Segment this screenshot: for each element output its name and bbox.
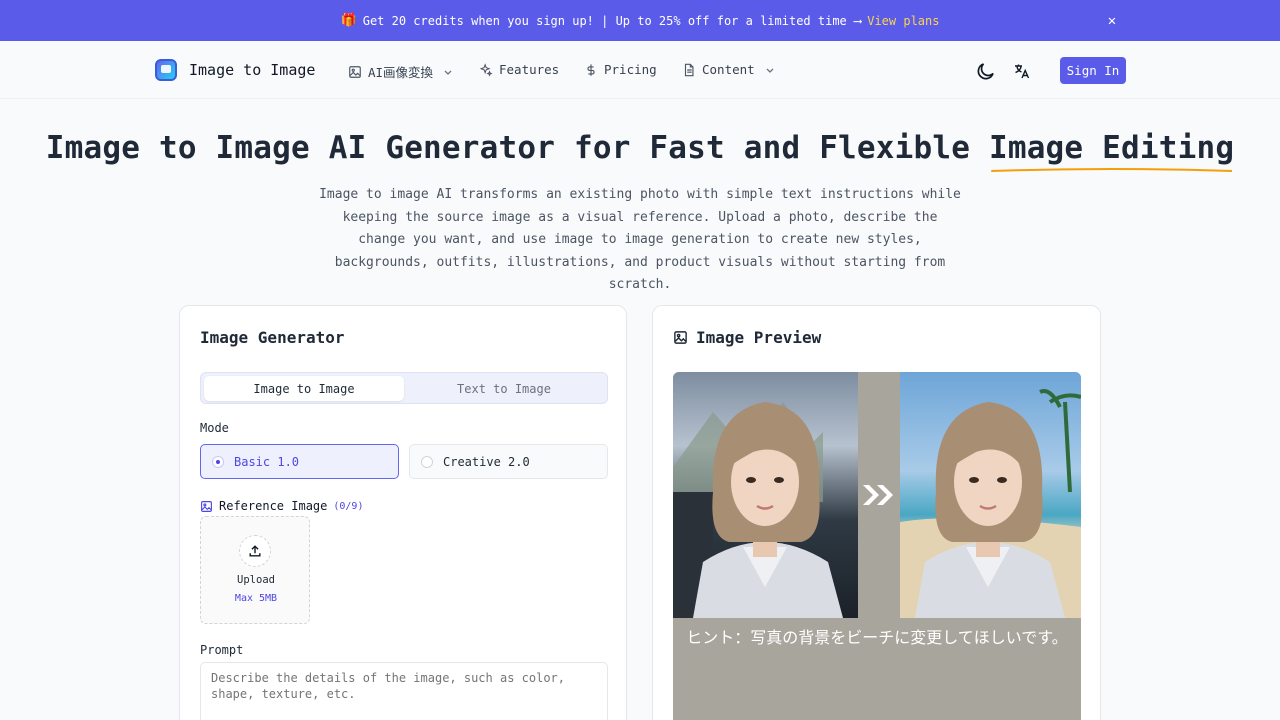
nav-item-features[interactable]: Features [479, 62, 559, 77]
reference-label: Reference Image [219, 499, 328, 513]
upload-icon-wrap [239, 535, 271, 567]
nav-item-label: Features [499, 62, 560, 77]
promo-banner: 🎁 Get 20 credits when you sign up! | Up … [0, 0, 1280, 41]
tab-image-to-image[interactable]: Image to Image [204, 376, 404, 401]
brand-name[interactable]: Image to Image [189, 61, 315, 79]
dollar-icon [587, 63, 595, 76]
preview-title-row: Image Preview [673, 328, 821, 347]
reference-count: (0/9) [333, 500, 364, 512]
upload-label: Upload [237, 574, 275, 586]
nav-item-pricing[interactable]: Pricing [584, 62, 657, 77]
image-icon [349, 65, 361, 78]
mode-label: Mode [200, 421, 229, 435]
logo-icon[interactable] [155, 59, 177, 81]
tab-text-to-image[interactable]: Text to Image [404, 376, 604, 401]
image-icon [674, 331, 687, 344]
title-highlight: Image Editing [988, 130, 1235, 172]
chevron-down-icon [444, 70, 452, 75]
image-generator-card: Image Generator Image to Image Text to I… [179, 305, 627, 720]
banner-text: Get 20 credits when you sign up! | Up to… [362, 13, 862, 28]
radio-unselected [421, 455, 433, 468]
gift-icon: 🎁 [340, 13, 357, 28]
image-icon [201, 500, 212, 512]
sign-in-button[interactable]: Sign In [1060, 57, 1126, 84]
generator-title: Image Generator [200, 328, 345, 347]
nav-item-label: AI画像変換 [368, 65, 434, 80]
mode-option-basic[interactable]: Basic 1.0 [200, 444, 399, 479]
preview-example-image: ヒント：写真の背景をビーチに変更してほしいです。 [673, 372, 1081, 720]
underline-decoration [991, 168, 1233, 172]
chevron-down-icon [766, 68, 774, 73]
double-chevron-right-icon [863, 485, 893, 505]
upload-dropzone[interactable]: Upload Max 5MB [200, 516, 310, 624]
nav-item-ai-conversion[interactable]: AI画像変換 [348, 62, 453, 81]
translate-icon[interactable] [1012, 61, 1032, 81]
top-nav: Image to Image AI画像変換 Features Pricing C… [0, 41, 1280, 99]
reference-image-header: Reference Image (0/9) [200, 499, 363, 513]
portrait-after-illustration [900, 389, 1081, 618]
nav-item-label: Pricing [604, 62, 657, 77]
mode-option-creative[interactable]: Creative 2.0 [409, 444, 608, 479]
page-title: Image to Image AI Generator for Fast and… [0, 130, 1280, 172]
image-preview-card: Image Preview ヒント：写真の背景をビーチに変更してほしいです。 [652, 305, 1101, 720]
arrow-divider [858, 372, 900, 618]
preview-title: Image Preview [696, 328, 822, 347]
prompt-input[interactable] [200, 662, 608, 720]
portrait-before-illustration [673, 402, 843, 618]
document-icon [684, 63, 694, 76]
nav-item-content[interactable]: Content [682, 62, 775, 77]
prompt-label: Prompt [200, 643, 244, 657]
mode-option-label: Basic 1.0 [234, 454, 300, 469]
generator-tabs: Image to Image Text to Image [200, 372, 608, 404]
hero-description: Image to image AI transforms an existing… [319, 187, 961, 292]
mode-option-label: Creative 2.0 [443, 454, 530, 469]
view-plans-link[interactable]: View plans [867, 14, 939, 28]
title-highlight-text: Image Editing [988, 130, 1235, 166]
after-photo [900, 372, 1081, 618]
sparkles-icon [479, 62, 493, 77]
radio-selected [212, 455, 224, 468]
moon-icon[interactable] [975, 60, 997, 82]
before-photo [673, 372, 858, 618]
title-main: Image to Image AI Generator for Fast and… [45, 130, 989, 166]
upload-icon [249, 545, 261, 557]
upload-limit: Max 5MB [234, 593, 278, 604]
preview-hint: ヒント：写真の背景をビーチに変更してほしいです。 [686, 628, 1068, 647]
close-icon[interactable]: ✕ [1102, 11, 1122, 31]
nav-item-label: Content [702, 62, 755, 77]
